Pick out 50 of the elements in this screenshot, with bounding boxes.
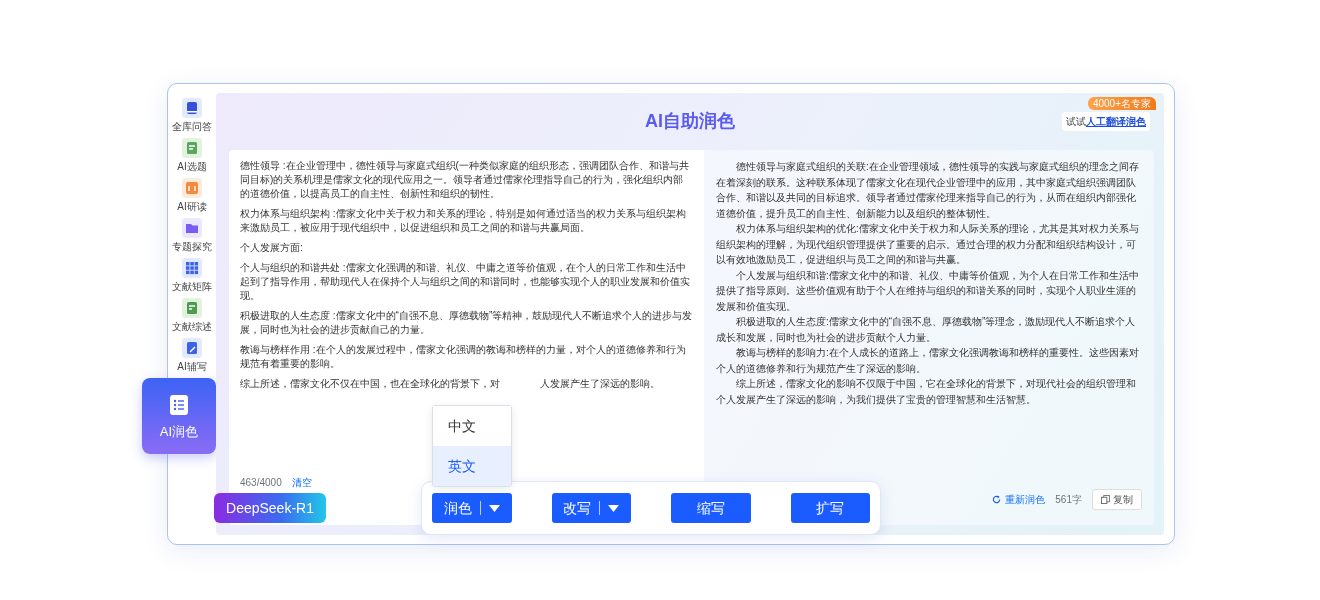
sidebar-item[interactable]: AI研读 xyxy=(177,178,207,218)
action-button[interactable]: 缩写 xyxy=(671,493,751,523)
source-paragraph: 人发展产生了深远的影响。 xyxy=(540,377,660,391)
source-paragraph: 权力体系与组织架构 :儒家文化中关于权力和关系的理论，特别是如何通过适当的权力关系与组织架构来激励员工，被应用于现代组织中，以促进组织和员工之间的和谐与共赢局面。 xyxy=(240,208,686,233)
result-paragraph: 综上所述，儒家文化的影响不仅限于中国，它在全球化的背景下，对现代社会的组织管理和个人发展产生了深远的影响，为我们提供了宝贵的管理智慧和生活智慧。 xyxy=(716,377,1137,407)
action-button[interactable]: 改写 xyxy=(551,493,631,523)
source-paragraph: 积极进取的人生态度 :儒家文化中的“自强不息、厚德载物”等精神，鼓励现代人不断追求个人的进步与发展，同时也为社会的进步贡献自己的力量。 xyxy=(240,310,693,335)
character-counter: 463/4000 xyxy=(240,476,282,490)
model-selector[interactable]: DeepSeek-R1 xyxy=(214,493,326,523)
grid-icon xyxy=(182,258,202,278)
source-paragraph: 教诲与榜样作用 :在个人的发展过程中，儒家文化强调的教诲和榜样的力量，对个人的道德修养和行为规范有着重要的影响。 xyxy=(240,344,686,369)
expert-count-badge: 4000+名专家 xyxy=(1087,97,1156,110)
sidebar-item[interactable]: 文献综述 xyxy=(172,298,212,338)
refresh-icon xyxy=(992,495,1002,504)
menu-option[interactable]: 英文 xyxy=(433,446,511,486)
source-paragraph: 德性领导 :在企业管理中，德性领导与家庭式组织(一种类似家庭的组织形态，强调团队合作、和谐与共同目标)的关系机理是儒家文化的现代应用之一。领导者通过儒家伦理指导自己的行为，强化组织内部的道德价值，以提高员工的自主性、创新性和组织的韧性。 xyxy=(240,160,689,199)
copy-icon xyxy=(1101,495,1110,504)
action-button[interactable]: 润色 xyxy=(432,493,512,523)
document-icon xyxy=(182,298,202,318)
result-paragraph: 个人发展与组织和谐:儒家文化中的和谐、礼仪、中庸等价值观，为个人在日常工作和生活中提供了指导原则。这些价值观有助于个人在维持与组织的和谐关系的同时，实现个人职业生涯的发展和价值实现。 xyxy=(716,268,1140,314)
sidebar-item[interactable]: AI选题 xyxy=(177,138,207,178)
clear-link[interactable]: 清空 xyxy=(291,475,312,490)
page-title: AI自助润色 xyxy=(645,110,735,133)
sidebar-item[interactable]: 全库问答 xyxy=(172,98,212,138)
source-paragraph: 综上所述，儒家文化不仅在中国，也在全球化的背景下，对 xyxy=(240,377,500,391)
list-icon xyxy=(168,393,190,416)
translation-polish-link[interactable]: 人工翻译润色 xyxy=(1086,116,1146,127)
result-paragraph: 教诲与榜样的影响力:在个人成长的道路上，儒家文化强调教诲和榜样的重要性。这些因素对个人的道德修养和行为规范产生了深远的影响。 xyxy=(716,346,1140,376)
source-paragraph: 个人发展方面: xyxy=(240,242,303,253)
drive-icon xyxy=(182,98,202,118)
caret-icon xyxy=(488,504,500,512)
result-paragraph: 权力体系与组织架构的优化:儒家文化中关于权力和人际关系的理论，尤其是其对权力关系与组织架构的理解，为现代组织管理提供了重要的启示。通过合理的权力分配和组织结构设计，可以有效地激励员工，促进组织与员工之间的和谐与共赢。 xyxy=(716,222,1140,267)
folder-icon xyxy=(182,218,202,238)
result-paragraph: 德性领导与家庭式组织的关联:在企业管理领域，德性领导的实践与家庭式组织的理念之间存在着深刻的联系。这种联系体现了儒家文化在现代企业管理中的应用，其中家庭式组织强调团队合作、和谐以及共同的目标追求。领导者通过儒家伦理来指导自己的行为，从而在组织内部强化道德价值，提升员工的自主性、创新能力以及组织的整体韧性。 xyxy=(716,160,1140,221)
expert-promo[interactable]: 试试人工翻译润色 xyxy=(1062,112,1150,131)
pen-icon xyxy=(182,338,202,358)
promo-text: 试试 xyxy=(1066,116,1086,127)
copy-button[interactable]: 复制 xyxy=(1092,489,1142,510)
document-icon xyxy=(182,138,202,158)
menu-option[interactable]: 中文 xyxy=(433,406,511,446)
regenerate-link[interactable]: 重新润色 xyxy=(992,492,1046,507)
sidebar-item[interactable]: 专题探究 xyxy=(172,218,212,258)
sidebar-item[interactable]: AI辅写 xyxy=(177,338,207,378)
caret-icon xyxy=(608,504,620,512)
action-button[interactable]: 扩写 xyxy=(790,493,870,523)
sidebar-item[interactable]: AI润色 xyxy=(142,378,216,454)
word-count: 561字 xyxy=(1055,493,1082,507)
sidebar-item[interactable]: 文献矩阵 xyxy=(172,258,212,298)
result-paragraph: 积极进取的人生态度:儒家文化中的“自强不息、厚德载物”等理念，激励现代人不断追求个人成长和发展，同时也为社会的进步贡献个人力量。 xyxy=(716,315,1137,345)
source-paragraph: 个人与组织的和谐共处 :儒家文化强调的和谐、礼仪、中庸之道等价值观，在个人的日常工作和生活中起到了指导作用，帮助现代人在保持个人与组织之间的和谐同时，也能够实现个人的职业发展和价值实现。 xyxy=(240,262,690,301)
